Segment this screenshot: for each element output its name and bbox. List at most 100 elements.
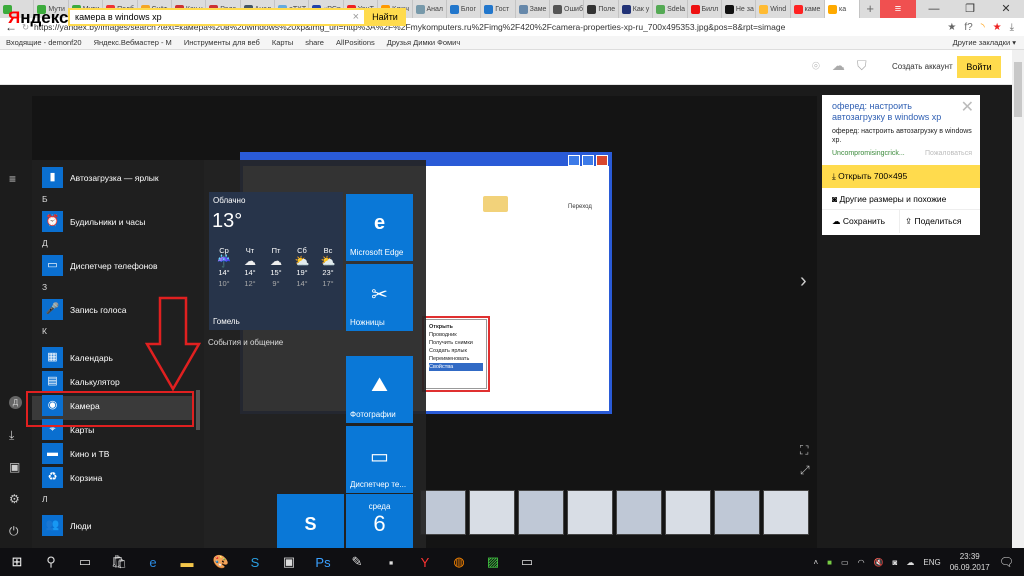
app-item[interactable]: ▭ Диспетчер телефонов	[42, 255, 158, 276]
browser-tab[interactable]: Заме	[516, 0, 550, 18]
weather-tile[interactable]: Облачно 13° Ср ☔ 14° 10° Чт ☁ 14° 12° Пт ☁ 15° 9° Сб…	[209, 192, 343, 330]
letter-header[interactable]: Д	[42, 238, 48, 248]
explorer-icon[interactable]: ▬	[170, 555, 204, 570]
battery-icon[interactable]: ▭	[841, 558, 849, 567]
bookmark[interactable]: Друзья Димки Фомич	[387, 38, 461, 47]
browser-tab[interactable]: Sdela	[653, 0, 688, 18]
image-viewer-icon[interactable]: ▨	[476, 554, 510, 570]
login-button[interactable]: Войти	[957, 56, 1001, 78]
zoom-icon[interactable]: ⤢	[800, 460, 810, 480]
browser-tab[interactable]: Не за	[722, 0, 757, 18]
letter-header[interactable]: К	[42, 326, 47, 336]
app-item[interactable]: 👥 Люди	[42, 515, 91, 536]
cloud-icon[interactable]: ☁	[832, 58, 845, 74]
task-view-icon[interactable]: ▭	[68, 554, 102, 570]
clock[interactable]: 23:39 06.09.2017	[950, 551, 990, 573]
monitor-icon[interactable]: ▣	[272, 554, 306, 570]
tile-microsoft-edge[interactable]: e Microsoft Edge	[346, 194, 413, 261]
tile-photos[interactable]: ⛰ Фотографии	[346, 356, 413, 423]
bookmark[interactable]: share	[305, 38, 324, 47]
new-tab-button[interactable]: +	[860, 0, 880, 18]
create-account-link[interactable]: Создать аккаунт	[892, 62, 953, 71]
other-bookmarks[interactable]: Другие закладки ▾	[953, 38, 1024, 47]
source-link[interactable]: Uncompromisingcrick...	[832, 150, 905, 157]
notifications-icon[interactable]: 🗨	[999, 555, 1014, 569]
open-image-button[interactable]: ⤓ Открыть 700×495	[822, 165, 980, 188]
app-item[interactable]: ⏰ Будильники и часы	[42, 211, 145, 232]
search-button[interactable]: Найти	[364, 8, 406, 26]
evernote-icon[interactable]: ■	[827, 558, 832, 567]
bookmark[interactable]: Инструменты для веб	[184, 38, 260, 47]
app-item[interactable]: ▮ Автозагрузка — ярлык	[42, 167, 159, 188]
fact-check-icon[interactable]: f?	[964, 22, 972, 33]
browser-tab[interactable]: Блог	[447, 0, 482, 18]
letter-header[interactable]: Л	[42, 494, 48, 504]
browser-menu-button[interactable]: ≡	[880, 0, 916, 18]
bookmark-star-icon[interactable]: ★	[947, 22, 956, 33]
photoshop-icon[interactable]: Ps	[306, 555, 340, 570]
tile-phone-companion[interactable]: ▭ Диспетчер те...	[346, 426, 413, 493]
tile-skype[interactable]: S	[277, 494, 344, 548]
browser-tab[interactable]: Анал	[413, 0, 447, 18]
browser-tab[interactable]: каме	[791, 0, 825, 18]
browser-tab[interactable]: Как у	[619, 0, 654, 18]
minimize-button[interactable]: —	[916, 0, 952, 18]
brush-icon[interactable]: ✎	[340, 554, 374, 570]
app-list-scrollbar[interactable]	[196, 390, 200, 430]
letter-header[interactable]: Б	[42, 194, 48, 204]
browser-tab[interactable]: Гост	[481, 0, 516, 18]
edge-icon[interactable]: e	[136, 555, 170, 570]
close-button[interactable]: ✕	[988, 0, 1024, 18]
app-tray-icon[interactable]: ◙	[893, 558, 898, 567]
wifi-icon[interactable]: ◠	[858, 558, 865, 567]
letter-header[interactable]: З	[42, 282, 47, 292]
downloads-icon[interactable]: ⤓	[9, 428, 14, 443]
thumbnail[interactable]	[420, 490, 466, 535]
camera-search-icon[interactable]: ⌾	[812, 58, 820, 74]
image-title-link[interactable]: оферед: настроить автозагрузку в windows…	[832, 101, 962, 123]
restore-button[interactable]: ❐	[952, 0, 988, 18]
save-app-icon[interactable]: ▪	[374, 555, 408, 570]
page-scrollbar[interactable]	[1012, 50, 1024, 548]
app-item[interactable]: ▦ Календарь	[42, 347, 113, 368]
settings-icon[interactable]: ⚙	[9, 492, 20, 506]
yandex-logo[interactable]: Яндекс	[8, 8, 68, 28]
bookmark[interactable]: AllPositions	[336, 38, 375, 47]
shield-icon[interactable]: ⛉	[857, 58, 867, 74]
language-indicator[interactable]: ENG	[923, 558, 940, 567]
browser-tab[interactable]: ка	[825, 0, 861, 18]
show-hidden-icon[interactable]: ˄	[814, 558, 819, 567]
paint-icon[interactable]: 🎨	[204, 554, 238, 570]
network-icon[interactable]: ☁	[906, 558, 914, 567]
user-avatar[interactable]: Д	[9, 396, 22, 409]
app-item[interactable]: ▬ Кино и ТВ	[42, 443, 109, 464]
thumbnail[interactable]	[665, 490, 711, 535]
thumbnail[interactable]	[616, 490, 662, 535]
search-icon[interactable]: ⚲	[34, 554, 68, 570]
other-sizes-button[interactable]: ◙ Другие размеры и похожие	[822, 188, 980, 210]
skype-icon[interactable]: S	[238, 555, 272, 570]
bookmark[interactable]: Входящие - demonf20	[6, 38, 82, 47]
search-input[interactable]: камера в windows xp ×	[68, 8, 366, 26]
share-button[interactable]: ⇪ Поделиться	[902, 210, 961, 233]
bookmark[interactable]: Карты	[272, 38, 293, 47]
clear-icon[interactable]: ×	[353, 11, 359, 23]
thumbnail[interactable]	[763, 490, 809, 535]
next-image-arrow[interactable]: ›	[800, 270, 807, 293]
app-item[interactable]: 🎤 Запись голоса	[42, 299, 126, 320]
browser-tab[interactable]: Ошиб	[550, 0, 585, 18]
bookmark[interactable]: Яндекс.Вебмастер - М	[94, 38, 172, 47]
power-icon[interactable]: ⏻	[9, 524, 19, 539]
fullscreen-icon[interactable]: ⛶	[800, 440, 810, 460]
firefox-icon[interactable]: ◍	[442, 554, 476, 570]
app-item[interactable]: ▤ Калькулятор	[42, 371, 120, 392]
browser-tab[interactable]: Wind	[756, 0, 791, 18]
volume-muted-icon[interactable]: 🔇	[874, 558, 884, 567]
browser-tab[interactable]: Билл	[688, 0, 722, 18]
hamburger-icon[interactable]: ≡	[9, 172, 16, 186]
rss-icon[interactable]: ◝	[981, 22, 985, 33]
tile-calendar[interactable]: среда 6	[346, 494, 413, 548]
pictures-icon[interactable]: ▣	[9, 460, 20, 474]
close-icon[interactable]: ✕	[961, 97, 974, 117]
start-button[interactable]: ⊞	[0, 554, 34, 570]
